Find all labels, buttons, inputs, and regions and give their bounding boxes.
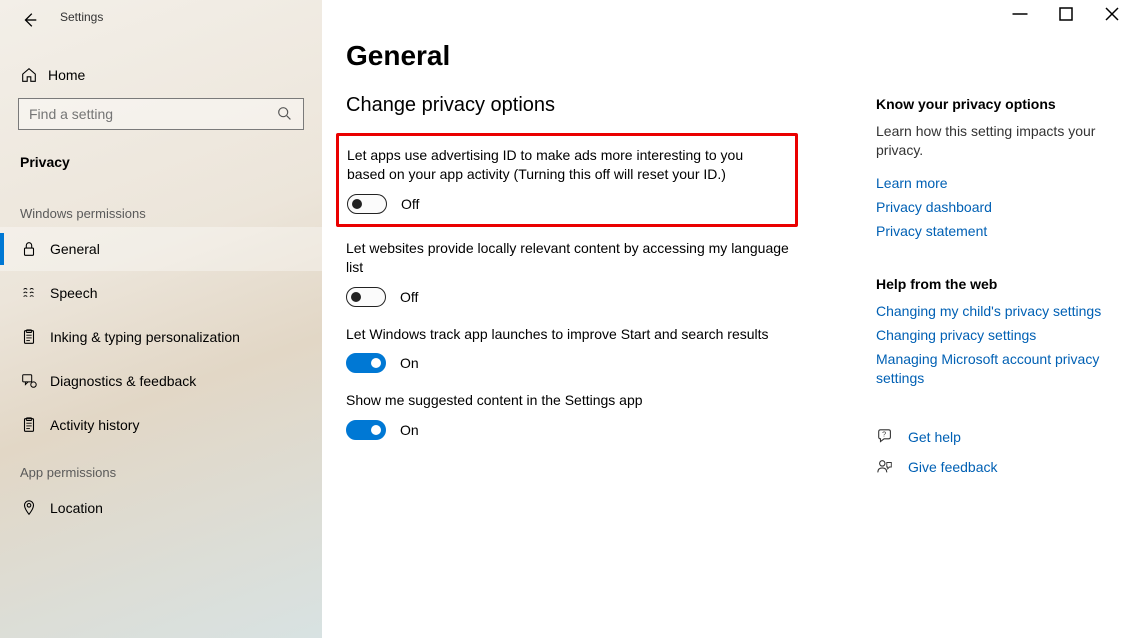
- sidebar-item-location[interactable]: Location: [0, 486, 322, 530]
- setting-desc: Let Windows track app launches to improv…: [346, 325, 806, 344]
- privacy-link[interactable]: Privacy dashboard: [876, 198, 1110, 217]
- sidebar-item-label: General: [50, 241, 100, 257]
- search-input[interactable]: [18, 98, 304, 130]
- privacy-link[interactable]: Learn more: [876, 174, 1110, 193]
- toggle-state-label: On: [400, 355, 419, 371]
- location-icon: [20, 499, 50, 517]
- nav-group-label: App permissions: [0, 447, 322, 486]
- toggle-state-label: Off: [400, 289, 418, 305]
- back-arrow-icon: [21, 11, 39, 29]
- setting-desc: Let websites provide locally relevant co…: [346, 239, 806, 277]
- sidebar-item-general[interactable]: General: [0, 227, 322, 271]
- page-title: General: [346, 40, 856, 72]
- toggle-language-list[interactable]: [346, 287, 386, 307]
- toggle-row: On: [346, 353, 806, 373]
- help-link[interactable]: Changing privacy settings: [876, 326, 1110, 345]
- clipboard-icon: [20, 416, 50, 434]
- toggle-row: Off: [346, 287, 806, 307]
- sidebar-item-inking[interactable]: Inking & typing personalization: [0, 315, 322, 359]
- help-title: Help from the web: [876, 276, 1110, 292]
- home-label: Home: [48, 67, 85, 83]
- speech-icon: [20, 284, 50, 302]
- sidebar-item-label: Location: [50, 500, 103, 516]
- privacy-link[interactable]: Privacy statement: [876, 222, 1110, 241]
- home-nav[interactable]: Home: [0, 56, 322, 94]
- setting-desc: Let apps use advertising ID to make ads …: [347, 146, 783, 184]
- section-title: Change privacy options: [346, 94, 856, 117]
- sidebar-item-diagnostics[interactable]: Diagnostics & feedback: [0, 359, 322, 403]
- sidebar-item-label: Activity history: [50, 417, 139, 433]
- setting-language-list: Let websites provide locally relevant co…: [346, 239, 806, 307]
- maximize-button[interactable]: [1043, 0, 1089, 28]
- right-column: Know your privacy options Learn how this…: [876, 40, 1126, 638]
- settings-window: Settings Home Privacy Windows permission…: [0, 0, 1135, 638]
- setting-track-launches: Let Windows track app launches to improv…: [346, 325, 806, 374]
- nav-group-label: Windows permissions: [0, 188, 322, 227]
- sidebar-item-label: Inking & typing personalization: [50, 329, 240, 345]
- toggle-row: Off: [347, 194, 783, 214]
- lock-icon: [20, 240, 50, 258]
- sidebar-item-label: Speech: [50, 285, 97, 301]
- search-wrap: [0, 94, 322, 140]
- home-icon: [20, 66, 38, 84]
- sidebar-item-speech[interactable]: Speech: [0, 271, 322, 315]
- get-help-label: Get help: [908, 429, 961, 445]
- setting-advertising-id: Let apps use advertising ID to make ads …: [347, 146, 783, 214]
- sidebar: Settings Home Privacy Windows permission…: [0, 0, 322, 638]
- sidebar-item-label: Diagnostics & feedback: [50, 373, 196, 389]
- maximize-icon: [1057, 5, 1075, 23]
- back-button[interactable]: [10, 6, 50, 34]
- clipboard-icon: [20, 328, 50, 346]
- help-link[interactable]: Changing my child's privacy settings: [876, 302, 1110, 321]
- setting-suggested-content: Show me suggested content in the Setting…: [346, 391, 806, 440]
- search-icon: [276, 105, 294, 123]
- sidebar-item-activity[interactable]: Activity history: [0, 403, 322, 447]
- minimize-icon: [1011, 5, 1029, 23]
- main-column: General Change privacy options Let apps …: [346, 40, 876, 638]
- help-section: Help from the web Changing my child's pr…: [876, 276, 1110, 388]
- help-link[interactable]: Managing Microsoft account privacy setti…: [876, 350, 1110, 388]
- content-area: General Change privacy options Let apps …: [322, 0, 1135, 638]
- privacy-heading: Privacy: [0, 140, 322, 188]
- give-feedback-row[interactable]: Give feedback: [876, 458, 1110, 476]
- get-help-icon: ?: [876, 428, 894, 446]
- app-title: Settings: [60, 10, 103, 24]
- help-links-list: Changing my child's privacy settings Chan…: [876, 302, 1110, 388]
- get-help-row[interactable]: ? Get help: [876, 428, 1110, 446]
- know-privacy-sub: Learn how this setting impacts your priv…: [876, 122, 1110, 160]
- give-feedback-icon: [876, 458, 894, 476]
- setting-desc: Show me suggested content in the Setting…: [346, 391, 806, 410]
- toggle-state-label: Off: [401, 196, 419, 212]
- close-button[interactable]: [1089, 0, 1135, 28]
- highlighted-setting: Let apps use advertising ID to make ads …: [336, 133, 798, 227]
- svg-text:?: ?: [882, 430, 886, 439]
- settings-list: Let apps use advertising ID to make ads …: [346, 133, 856, 440]
- minimize-button[interactable]: [997, 0, 1043, 28]
- titlebar-controls: [997, 0, 1135, 28]
- feedback-icon: [20, 372, 50, 390]
- toggle-advertising-id[interactable]: [347, 194, 387, 214]
- toggle-state-label: On: [400, 422, 419, 438]
- give-feedback-label: Give feedback: [908, 459, 998, 475]
- know-privacy-title: Know your privacy options: [876, 96, 1110, 112]
- know-links-list: Learn more Privacy dashboard Privacy state…: [876, 174, 1110, 241]
- search-box: [18, 98, 304, 130]
- toggle-row: On: [346, 420, 806, 440]
- nav-groups: Windows permissions General Speech Inking &…: [0, 188, 322, 530]
- toggle-suggested-content[interactable]: [346, 420, 386, 440]
- toggle-track-launches[interactable]: [346, 353, 386, 373]
- close-icon: [1103, 5, 1121, 23]
